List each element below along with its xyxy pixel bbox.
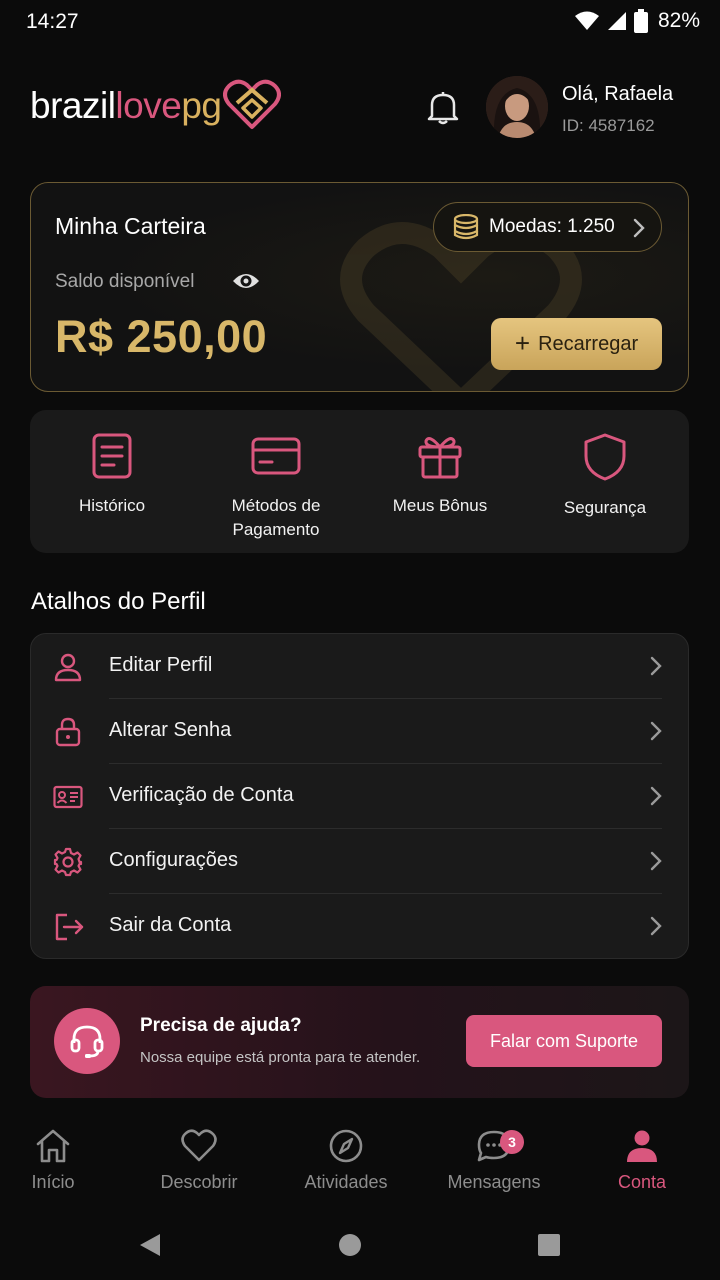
contact-support-button[interactable]: Falar com Suporte	[466, 1015, 662, 1067]
app-logo[interactable]: brazillovepg	[30, 78, 282, 134]
recharge-label: Recarregar	[538, 332, 639, 355]
signal-icon	[607, 12, 626, 30]
heart-icon	[181, 1129, 217, 1162]
quick-action-label: Métodos de Pagamento	[231, 496, 321, 539]
credit-card-icon	[251, 437, 301, 475]
help-subtitle: Nossa equipe está pronta para te atender…	[140, 1049, 421, 1066]
chevron-right-icon	[650, 721, 662, 741]
quick-action-security[interactable]: Segurança	[525, 432, 685, 520]
lock-icon	[55, 717, 81, 747]
quick-action-history[interactable]: Histórico	[32, 432, 192, 518]
nav-label: Conta	[617, 1172, 667, 1192]
recharge-button[interactable]: + Recarregar	[491, 318, 662, 370]
logo-heart-icon	[223, 79, 282, 129]
plus-icon: +	[514, 328, 531, 358]
headset-icon	[54, 1008, 120, 1074]
system-navigation-bar	[0, 1208, 720, 1280]
balance-amount: R$ 250,00	[55, 311, 268, 362]
nav-label: Descobrir	[160, 1172, 238, 1192]
status-bar: 14:27 82%	[0, 0, 720, 44]
unread-badge: 3	[500, 1130, 524, 1154]
quick-action-bonuses[interactable]: Meus Bônus	[360, 432, 520, 518]
nav-item-discover[interactable]: Descobrir	[129, 1128, 269, 1193]
battery-level: 82%	[657, 9, 700, 32]
nav-item-home[interactable]: Início	[0, 1128, 123, 1193]
shortcut-account-verification[interactable]: Verificação de Conta	[31, 764, 688, 829]
coins-button[interactable]: Moedas: 1.250	[433, 202, 662, 252]
shortcut-logout[interactable]: Sair da Conta	[31, 894, 688, 959]
user-greeting: Olá, Rafaela	[562, 83, 674, 105]
chevron-right-icon	[650, 916, 662, 936]
status-time: 14:27	[26, 10, 79, 33]
recents-icon[interactable]	[537, 1232, 561, 1258]
quick-action-label: Histórico	[78, 496, 146, 515]
quick-action-label: Meus Bônus	[392, 496, 488, 515]
quick-action-label: Segurança	[563, 498, 647, 517]
home-circle-icon[interactable]	[338, 1232, 362, 1258]
back-icon[interactable]	[138, 1232, 162, 1258]
shortcut-label: Alterar Senha	[109, 719, 232, 741]
nav-item-account[interactable]: Conta	[572, 1128, 712, 1193]
help-card: Precisa de ajuda? Nossa equipe está pron…	[30, 986, 689, 1098]
shortcut-label: Verificação de Conta	[109, 784, 294, 806]
quick-actions: Histórico Métodos de Pagamento Meus Bônu…	[30, 410, 689, 553]
chevron-right-icon	[633, 218, 645, 238]
shield-icon	[584, 433, 626, 481]
home-icon	[36, 1129, 70, 1163]
logout-icon	[55, 913, 84, 941]
user-icon	[54, 653, 82, 682]
nav-item-activities[interactable]: Atividades	[276, 1128, 416, 1193]
shortcut-label: Configurações	[109, 849, 238, 871]
logo-text: brazillovepg	[30, 85, 222, 126]
person-icon	[627, 1130, 657, 1162]
account-screen: 14:27 82% brazillovepg Olá, Rafaela ID: …	[0, 0, 720, 1280]
notification-bell-icon[interactable]	[426, 90, 460, 126]
bottom-navigation: Início Descobrir Atividades 3 Mensagens	[0, 1118, 720, 1208]
gift-icon	[418, 437, 462, 479]
shortcut-label: Editar Perfil	[109, 654, 213, 676]
shortcut-edit-profile[interactable]: Editar Perfil	[31, 634, 688, 699]
help-title: Precisa de ajuda?	[140, 1015, 302, 1036]
gear-icon	[53, 847, 83, 877]
quick-action-payment-methods[interactable]: Métodos de Pagamento	[196, 432, 356, 542]
nav-label: Mensagens	[447, 1172, 541, 1192]
shortcut-label: Sair da Conta	[109, 914, 232, 936]
user-id: ID: 4587162	[562, 116, 655, 135]
compass-icon	[329, 1129, 363, 1163]
shortcut-settings[interactable]: Configurações	[31, 829, 688, 894]
nav-label: Atividades	[304, 1172, 388, 1192]
wallet-title: Minha Carteira	[55, 213, 206, 239]
shortcut-change-password[interactable]: Alterar Senha	[31, 699, 688, 764]
document-icon	[92, 433, 132, 479]
nav-item-messages[interactable]: 3 Mensagens	[424, 1128, 564, 1193]
balance-label: Saldo disponível	[55, 271, 195, 292]
chevron-right-icon	[650, 786, 662, 806]
wallet-card: Minha Carteira Moedas: 1.250 Saldo dispo…	[30, 182, 689, 392]
chevron-right-icon	[650, 851, 662, 871]
status-icons: 82%	[574, 9, 700, 33]
coins-balance: Moedas: 1.250	[489, 216, 615, 237]
nav-label: Início	[31, 1172, 75, 1192]
coins-icon	[453, 214, 479, 240]
id-card-icon	[53, 785, 83, 809]
chevron-right-icon	[650, 656, 662, 676]
avatar[interactable]	[486, 76, 548, 138]
profile-shortcuts-list: Editar Perfil Alterar Senha Verificação …	[30, 633, 689, 959]
wifi-icon	[574, 11, 599, 30]
section-title: Atalhos do Perfil	[31, 588, 206, 615]
avatar-image	[486, 76, 548, 138]
battery-icon	[633, 9, 648, 33]
eye-icon[interactable]	[231, 269, 261, 293]
